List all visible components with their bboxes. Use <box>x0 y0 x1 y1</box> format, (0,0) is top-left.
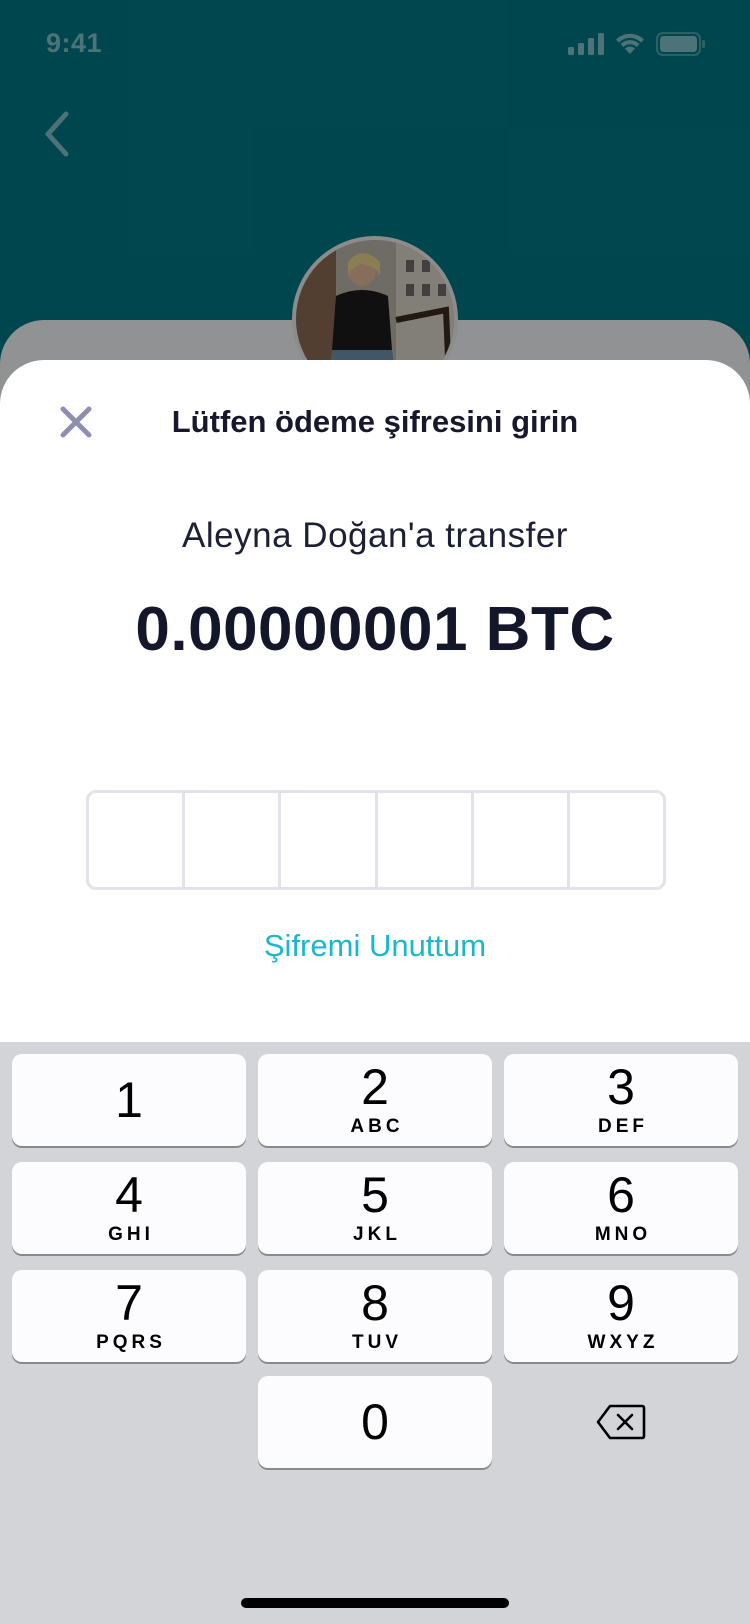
key-9[interactable]: 9 WXYZ <box>504 1270 738 1362</box>
key-7[interactable]: 7 PQRS <box>12 1270 246 1362</box>
key-4[interactable]: 4 GHI <box>12 1162 246 1254</box>
pin-cell[interactable] <box>185 793 282 887</box>
key-letters: JKL <box>353 1224 401 1245</box>
key-digit: 5 <box>361 1167 389 1223</box>
key-5[interactable]: 5 JKL <box>258 1162 492 1254</box>
key-6[interactable]: 6 MNO <box>504 1162 738 1254</box>
sheet-title: Lütfen ödeme şifresini girin <box>171 404 579 439</box>
key-2[interactable]: 2 ABC <box>258 1054 492 1146</box>
forgot-password-link[interactable]: Şifremi Unuttum <box>0 928 750 964</box>
key-letters: GHI <box>108 1224 154 1245</box>
delete-key[interactable] <box>504 1376 738 1468</box>
key-digit: 4 <box>115 1167 143 1223</box>
pin-cell[interactable] <box>378 793 474 887</box>
key-digit: 3 <box>607 1059 635 1115</box>
key-digit: 2 <box>361 1059 389 1115</box>
key-digit: 7 <box>115 1275 143 1331</box>
key-1[interactable]: 1 <box>12 1054 246 1146</box>
key-digit: 9 <box>607 1275 635 1331</box>
key-letters: PQRS <box>96 1332 166 1353</box>
transfer-recipient-label: Aleyna Doğan'a transfer <box>182 516 568 555</box>
key-letters: TUV <box>352 1332 402 1353</box>
numeric-keyboard: 1 2 ABC 3 DEF 4 GHI 5 JKL 6 MNO 7 PQRS 8… <box>0 1042 750 1624</box>
backspace-icon <box>596 1404 646 1440</box>
home-indicator <box>241 1598 509 1608</box>
key-3[interactable]: 3 DEF <box>504 1054 738 1146</box>
key-letters: MNO <box>594 1224 652 1245</box>
key-digit: 1 <box>115 1072 143 1128</box>
key-digit: 8 <box>361 1275 389 1331</box>
pin-input[interactable] <box>86 790 666 890</box>
key-0[interactable]: 0 <box>258 1376 492 1468</box>
key-digit: 0 <box>361 1394 389 1450</box>
key-letters: ABC <box>350 1116 404 1137</box>
pin-cell[interactable] <box>570 793 663 887</box>
key-8[interactable]: 8 TUV <box>258 1270 492 1362</box>
key-letters: DEF <box>598 1116 648 1137</box>
key-digit: 6 <box>607 1167 635 1223</box>
pin-cell[interactable] <box>474 793 570 887</box>
transfer-amount: 0.00000001 BTC <box>135 595 615 664</box>
key-letters: WXYZ <box>587 1332 659 1353</box>
pin-cell[interactable] <box>89 793 186 887</box>
pin-cell[interactable] <box>281 793 378 887</box>
